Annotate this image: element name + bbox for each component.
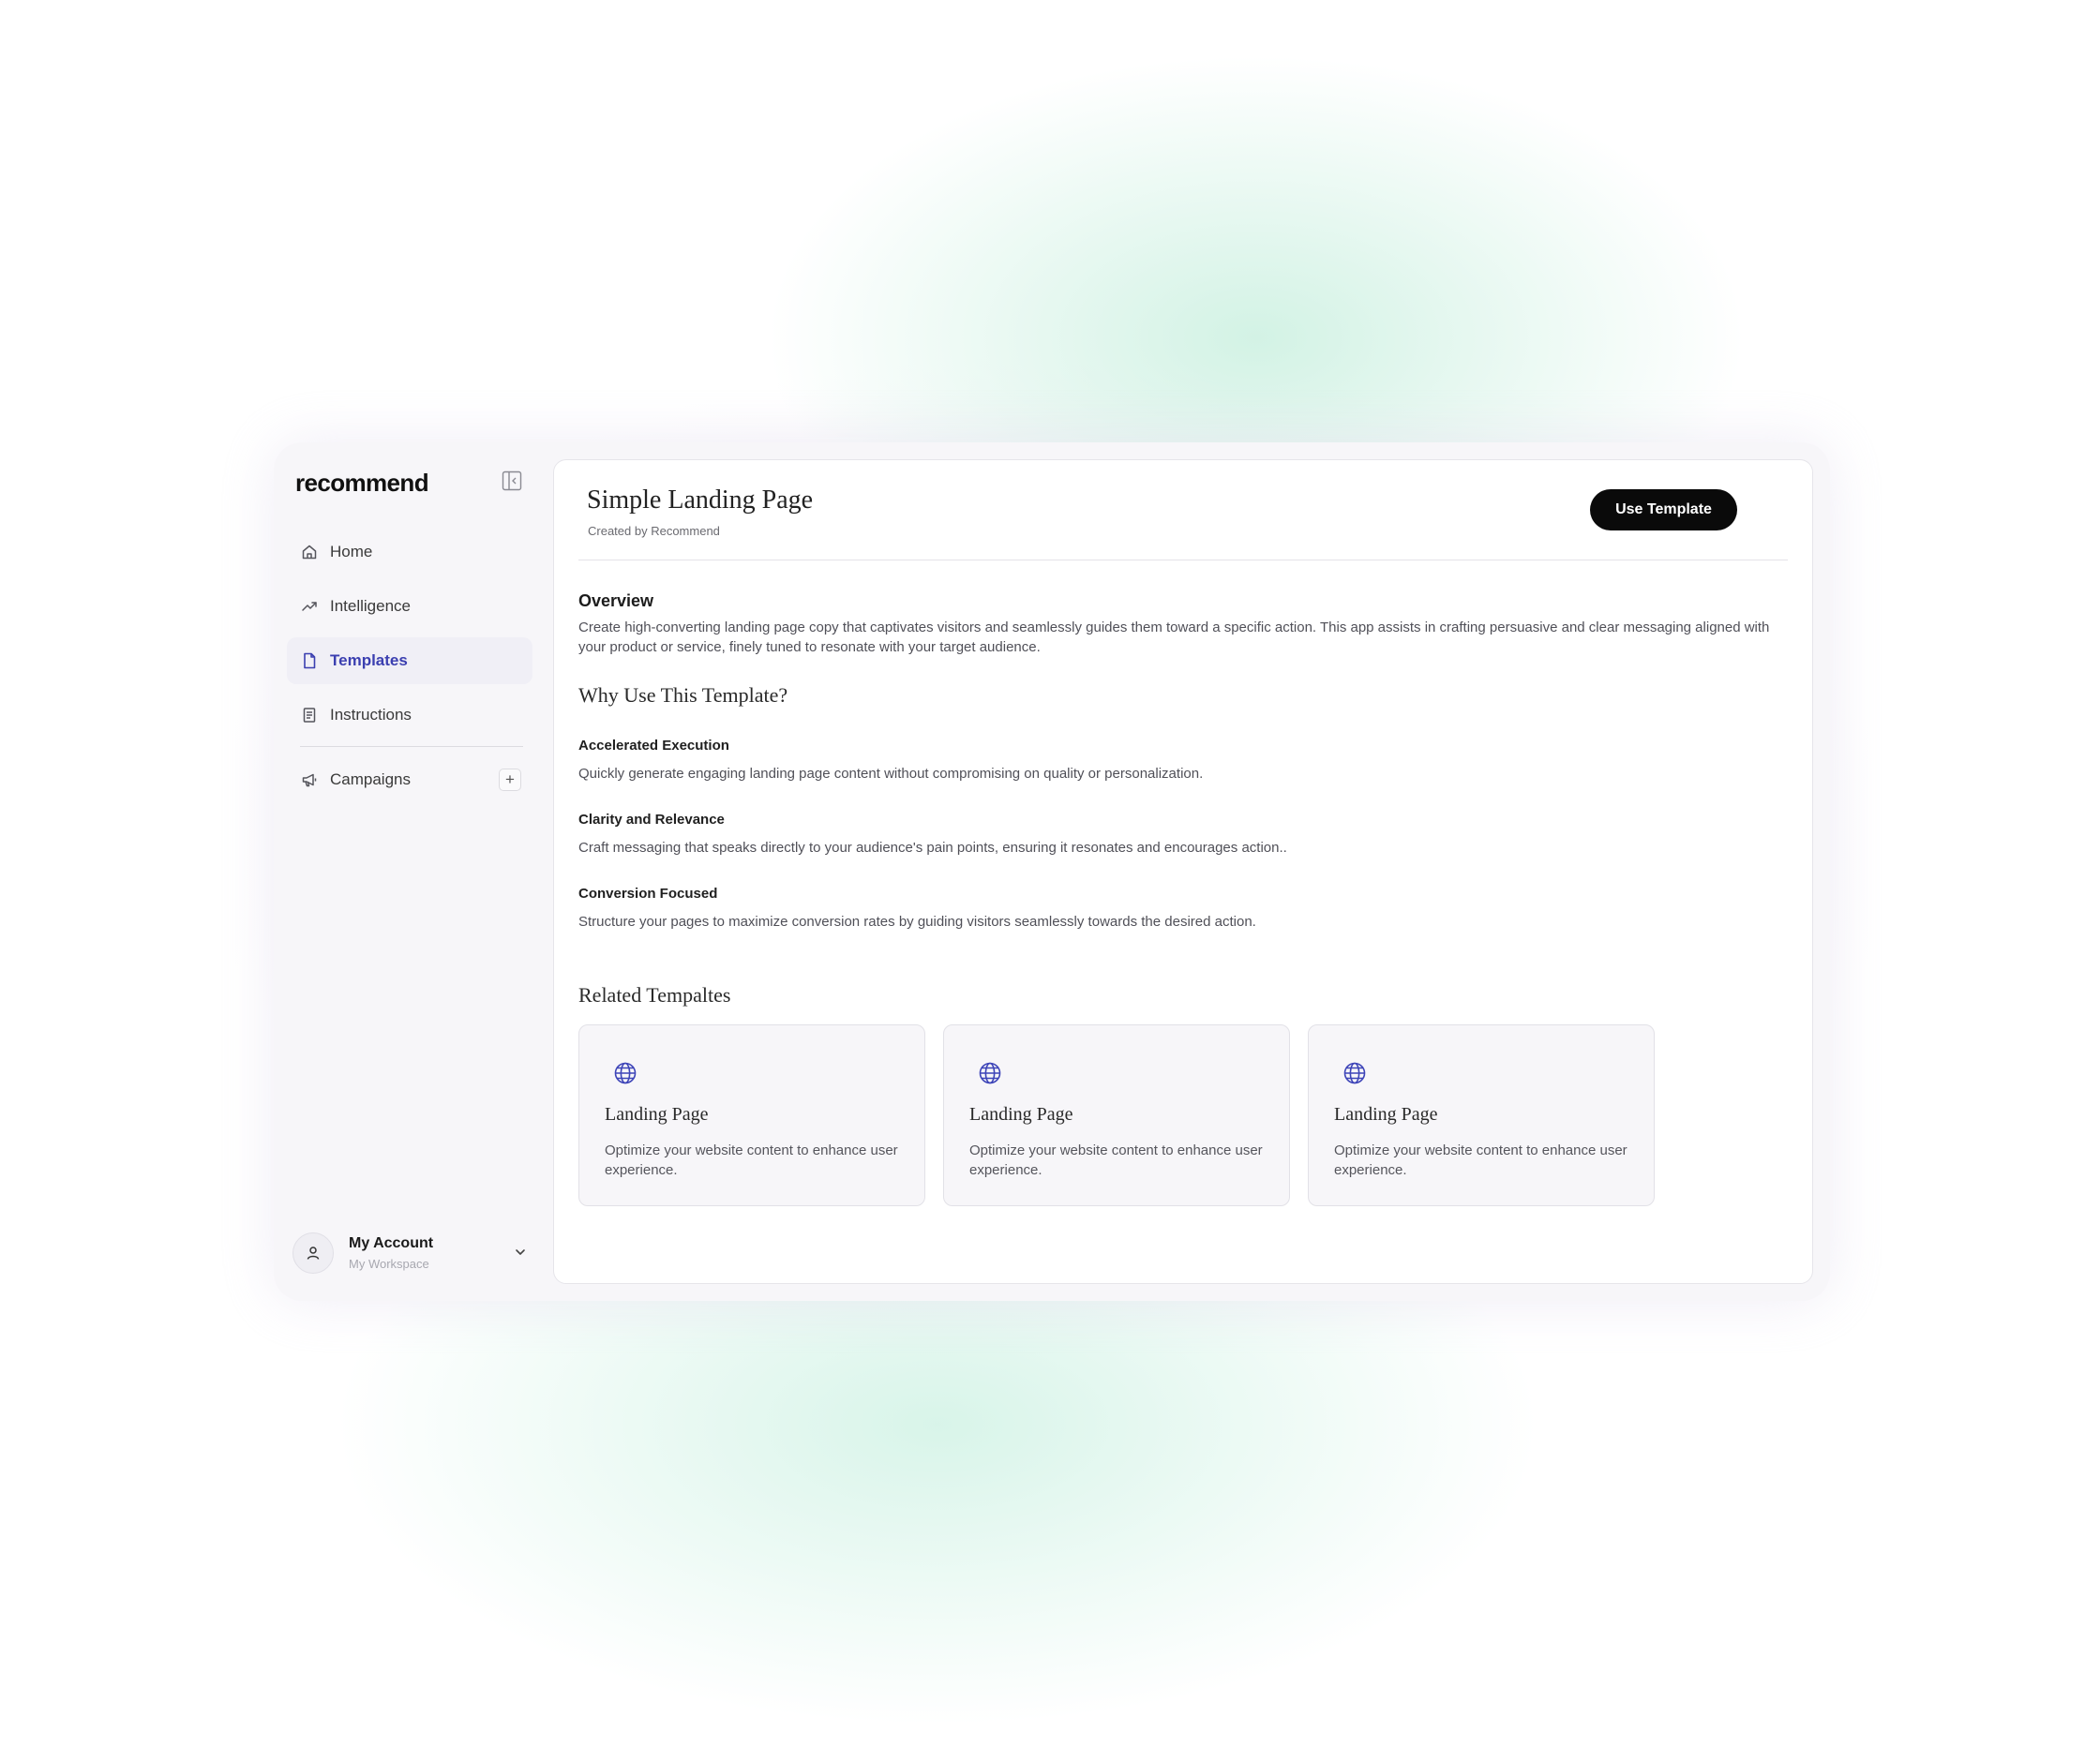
overview-heading: Overview	[578, 591, 654, 610]
card-title: Landing Page	[1334, 1104, 1438, 1125]
card-description: Optimize your website content to enhance…	[969, 1142, 1263, 1178]
page-subtitle: Created by Recommend	[588, 524, 720, 538]
logo: recommend	[295, 469, 429, 497]
sidebar-item-templates[interactable]: Templates	[287, 637, 532, 684]
feature-text: Quickly generate engaging landing page c…	[578, 766, 1204, 782]
account-text: My Account My Workspace	[349, 1235, 433, 1271]
globe-icon	[613, 1061, 638, 1085]
feature-text: Structure your pages to maximize convers…	[578, 914, 1256, 930]
sidebar-item-label: Home	[330, 543, 373, 560]
feature-title: Accelerated Execution	[578, 738, 729, 754]
overview-text: Create high-converting landing page copy…	[578, 620, 1770, 655]
sidebar-item-label: Templates	[330, 651, 408, 669]
template-card[interactable]: Landing Page Optimize your website conte…	[943, 1024, 1290, 1206]
main-panel: Simple Landing Page Created by Recommend…	[553, 459, 1813, 1284]
add-campaign-button[interactable]: +	[499, 769, 521, 791]
home-icon	[300, 543, 319, 561]
account-name: My Account	[349, 1235, 434, 1251]
nav-divider	[300, 746, 523, 747]
user-icon	[307, 1247, 320, 1260]
sidebar-item-label: Instructions	[330, 706, 412, 724]
sidebar-item-label: Intelligence	[330, 597, 412, 615]
account-workspace: My Workspace	[349, 1257, 429, 1271]
card-description: Optimize your website content to enhance…	[1334, 1142, 1628, 1178]
sidebar-item-intelligence[interactable]: Intelligence	[287, 583, 532, 630]
feature-title: Clarity and Relevance	[578, 812, 725, 828]
sidebar-item-campaigns[interactable]: Campaigns +	[287, 756, 532, 803]
sidebar-item-home[interactable]: Home	[287, 529, 532, 575]
chevron-down-icon[interactable]	[512, 1244, 529, 1261]
feature-text: Craft messaging that speaks directly to …	[578, 840, 1287, 856]
card-description: Optimize your website content to enhance…	[605, 1142, 898, 1178]
avatar	[292, 1232, 334, 1274]
globe-icon	[978, 1061, 1002, 1085]
sidebar-item-label: Campaigns	[330, 770, 411, 788]
sidebar-collapse-icon[interactable]	[502, 470, 522, 491]
file-icon	[300, 651, 319, 670]
template-card[interactable]: Landing Page Optimize your website conte…	[1308, 1024, 1655, 1206]
sidebar: recommend Home Intelligence Templates In…	[274, 442, 546, 1301]
app-window: recommend Home Intelligence Templates In…	[274, 442, 1830, 1301]
template-card[interactable]: Landing Page Optimize your website conte…	[578, 1024, 925, 1206]
trending-up-icon	[300, 597, 319, 616]
use-template-button[interactable]: Use Template	[1590, 489, 1737, 530]
card-title: Landing Page	[969, 1104, 1073, 1125]
related-templates: Landing Page Optimize your website conte…	[578, 1024, 1655, 1206]
feature-title: Conversion Focused	[578, 886, 718, 902]
related-heading: Related Tempaltes	[578, 983, 731, 1007]
sidebar-nav: Home Intelligence Templates Instructions…	[287, 529, 532, 811]
account-switcher[interactable]: My Account My Workspace	[292, 1228, 534, 1278]
sidebar-item-instructions[interactable]: Instructions	[287, 692, 532, 739]
card-title: Landing Page	[605, 1104, 709, 1125]
page-title: Simple Landing Page	[587, 485, 814, 515]
book-icon	[300, 706, 319, 724]
megaphone-icon	[300, 770, 319, 789]
globe-icon	[1342, 1061, 1367, 1085]
why-heading: Why Use This Template?	[578, 683, 788, 707]
